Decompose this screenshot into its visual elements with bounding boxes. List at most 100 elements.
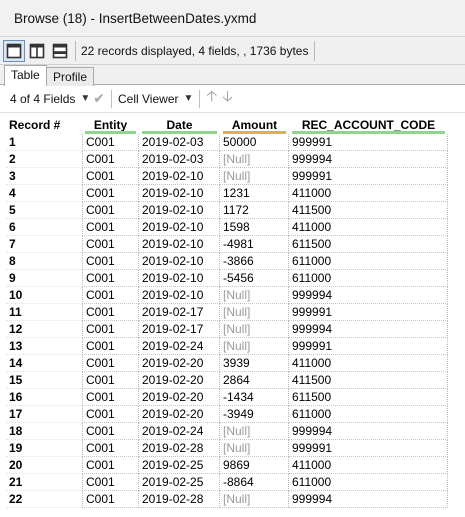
- column-header-record[interactable]: Record #: [6, 115, 82, 134]
- single-pane-icon[interactable]: [3, 39, 25, 62]
- account-code-cell[interactable]: 611500: [289, 389, 448, 406]
- tab-table[interactable]: Table: [4, 65, 47, 86]
- column-header-date[interactable]: Date: [139, 115, 220, 134]
- date-cell[interactable]: 2019-02-17: [139, 304, 220, 321]
- column-header-entity[interactable]: Entity: [82, 115, 139, 134]
- amount-cell[interactable]: -3949: [220, 406, 289, 423]
- table-row[interactable]: 21 C001 2019-02-25 -8864 611000: [6, 474, 448, 491]
- tab-profile[interactable]: Profile: [46, 67, 95, 86]
- record-number-cell[interactable]: 10: [6, 287, 82, 304]
- amount-cell[interactable]: 1172: [220, 202, 289, 219]
- account-code-cell[interactable]: 999994: [289, 287, 448, 304]
- record-number-cell[interactable]: 15: [6, 372, 82, 389]
- column-header-rec-account-code[interactable]: REC_ACCOUNT_CODE: [289, 115, 448, 134]
- date-cell[interactable]: 2019-02-28: [139, 440, 220, 457]
- split-horizontal-icon[interactable]: [49, 40, 71, 62]
- record-number-cell[interactable]: 8: [6, 253, 82, 270]
- record-number-cell[interactable]: 3: [6, 168, 82, 185]
- entity-cell[interactable]: C001: [82, 151, 139, 168]
- entity-cell[interactable]: C001: [82, 338, 139, 355]
- date-cell[interactable]: 2019-02-10: [139, 236, 220, 253]
- table-row[interactable]: 12 C001 2019-02-17 [Null] 999994: [6, 321, 448, 338]
- amount-cell[interactable]: 3939: [220, 355, 289, 372]
- account-code-cell[interactable]: 411000: [289, 219, 448, 236]
- date-cell[interactable]: 2019-02-20: [139, 406, 220, 423]
- table-row[interactable]: 6 C001 2019-02-10 1598 411000: [6, 219, 448, 236]
- chevron-down-icon[interactable]: ▼: [183, 93, 193, 104]
- date-cell[interactable]: 2019-02-10: [139, 185, 220, 202]
- amount-cell[interactable]: 9869: [220, 457, 289, 474]
- record-number-cell[interactable]: 6: [6, 219, 82, 236]
- date-cell[interactable]: 2019-02-17: [139, 321, 220, 338]
- table-row[interactable]: 20 C001 2019-02-25 9869 411000: [6, 457, 448, 474]
- entity-cell[interactable]: C001: [82, 321, 139, 338]
- amount-cell[interactable]: 1231: [220, 185, 289, 202]
- date-cell[interactable]: 2019-02-10: [139, 253, 220, 270]
- date-cell[interactable]: 2019-02-03: [139, 134, 220, 151]
- account-code-cell[interactable]: 999994: [289, 151, 448, 168]
- table-row[interactable]: 18 C001 2019-02-24 [Null] 999994: [6, 423, 448, 440]
- date-cell[interactable]: 2019-02-25: [139, 474, 220, 491]
- fields-selector[interactable]: 4 of 4 Fields: [10, 92, 75, 106]
- entity-cell[interactable]: C001: [82, 355, 139, 372]
- amount-cell[interactable]: [Null]: [220, 151, 289, 168]
- account-code-cell[interactable]: 999994: [289, 321, 448, 338]
- account-code-cell[interactable]: 611000: [289, 253, 448, 270]
- amount-cell[interactable]: -3866: [220, 253, 289, 270]
- table-row[interactable]: 1 C001 2019-02-03 50000 999991: [6, 134, 448, 151]
- table-row[interactable]: 13 C001 2019-02-24 [Null] 999991: [6, 338, 448, 355]
- amount-cell[interactable]: [Null]: [220, 440, 289, 457]
- amount-cell[interactable]: [Null]: [220, 321, 289, 338]
- account-code-cell[interactable]: 999991: [289, 134, 448, 151]
- date-cell[interactable]: 2019-02-10: [139, 168, 220, 185]
- account-code-cell[interactable]: 999991: [289, 304, 448, 321]
- amount-cell[interactable]: [Null]: [220, 338, 289, 355]
- cell-viewer-selector[interactable]: Cell Viewer: [118, 92, 178, 106]
- entity-cell[interactable]: C001: [82, 474, 139, 491]
- entity-cell[interactable]: C001: [82, 185, 139, 202]
- account-code-cell[interactable]: 611500: [289, 236, 448, 253]
- table-row[interactable]: 7 C001 2019-02-10 -4981 611500: [6, 236, 448, 253]
- entity-cell[interactable]: C001: [82, 457, 139, 474]
- entity-cell[interactable]: C001: [82, 491, 139, 508]
- account-code-cell[interactable]: 411500: [289, 202, 448, 219]
- record-number-cell[interactable]: 17: [6, 406, 82, 423]
- record-number-cell[interactable]: 4: [6, 185, 82, 202]
- table-row[interactable]: 15 C001 2019-02-20 2864 411500: [6, 372, 448, 389]
- date-cell[interactable]: 2019-02-20: [139, 372, 220, 389]
- record-number-cell[interactable]: 13: [6, 338, 82, 355]
- amount-cell[interactable]: -8864: [220, 474, 289, 491]
- date-cell[interactable]: 2019-02-10: [139, 270, 220, 287]
- entity-cell[interactable]: C001: [82, 389, 139, 406]
- entity-cell[interactable]: C001: [82, 304, 139, 321]
- entity-cell[interactable]: C001: [82, 236, 139, 253]
- table-row[interactable]: 4 C001 2019-02-10 1231 411000: [6, 185, 448, 202]
- table-row[interactable]: 16 C001 2019-02-20 -1434 611500: [6, 389, 448, 406]
- account-code-cell[interactable]: 411000: [289, 457, 448, 474]
- record-number-cell[interactable]: 22: [6, 491, 82, 508]
- date-cell[interactable]: 2019-02-20: [139, 355, 220, 372]
- amount-cell[interactable]: -5456: [220, 270, 289, 287]
- amount-cell[interactable]: [Null]: [220, 287, 289, 304]
- chevron-down-icon[interactable]: ▼: [80, 93, 90, 104]
- account-code-cell[interactable]: 999994: [289, 491, 448, 508]
- account-code-cell[interactable]: 999991: [289, 440, 448, 457]
- date-cell[interactable]: 2019-02-24: [139, 423, 220, 440]
- table-row[interactable]: 22 C001 2019-02-28 [Null] 999994: [6, 491, 448, 508]
- account-code-cell[interactable]: 611000: [289, 270, 448, 287]
- entity-cell[interactable]: C001: [82, 406, 139, 423]
- column-header-amount[interactable]: Amount: [220, 115, 289, 134]
- amount-cell[interactable]: 2864: [220, 372, 289, 389]
- record-number-cell[interactable]: 2: [6, 151, 82, 168]
- entity-cell[interactable]: C001: [82, 287, 139, 304]
- record-number-cell[interactable]: 21: [6, 474, 82, 491]
- record-number-cell[interactable]: 16: [6, 389, 82, 406]
- table-row[interactable]: 8 C001 2019-02-10 -3866 611000: [6, 253, 448, 270]
- date-cell[interactable]: 2019-02-24: [139, 338, 220, 355]
- account-code-cell[interactable]: 411000: [289, 355, 448, 372]
- record-number-cell[interactable]: 19: [6, 440, 82, 457]
- arrow-up-icon[interactable]: 🡡: [206, 86, 217, 111]
- table-row[interactable]: 10 C001 2019-02-10 [Null] 999994: [6, 287, 448, 304]
- date-cell[interactable]: 2019-02-20: [139, 389, 220, 406]
- amount-cell[interactable]: 1598: [220, 219, 289, 236]
